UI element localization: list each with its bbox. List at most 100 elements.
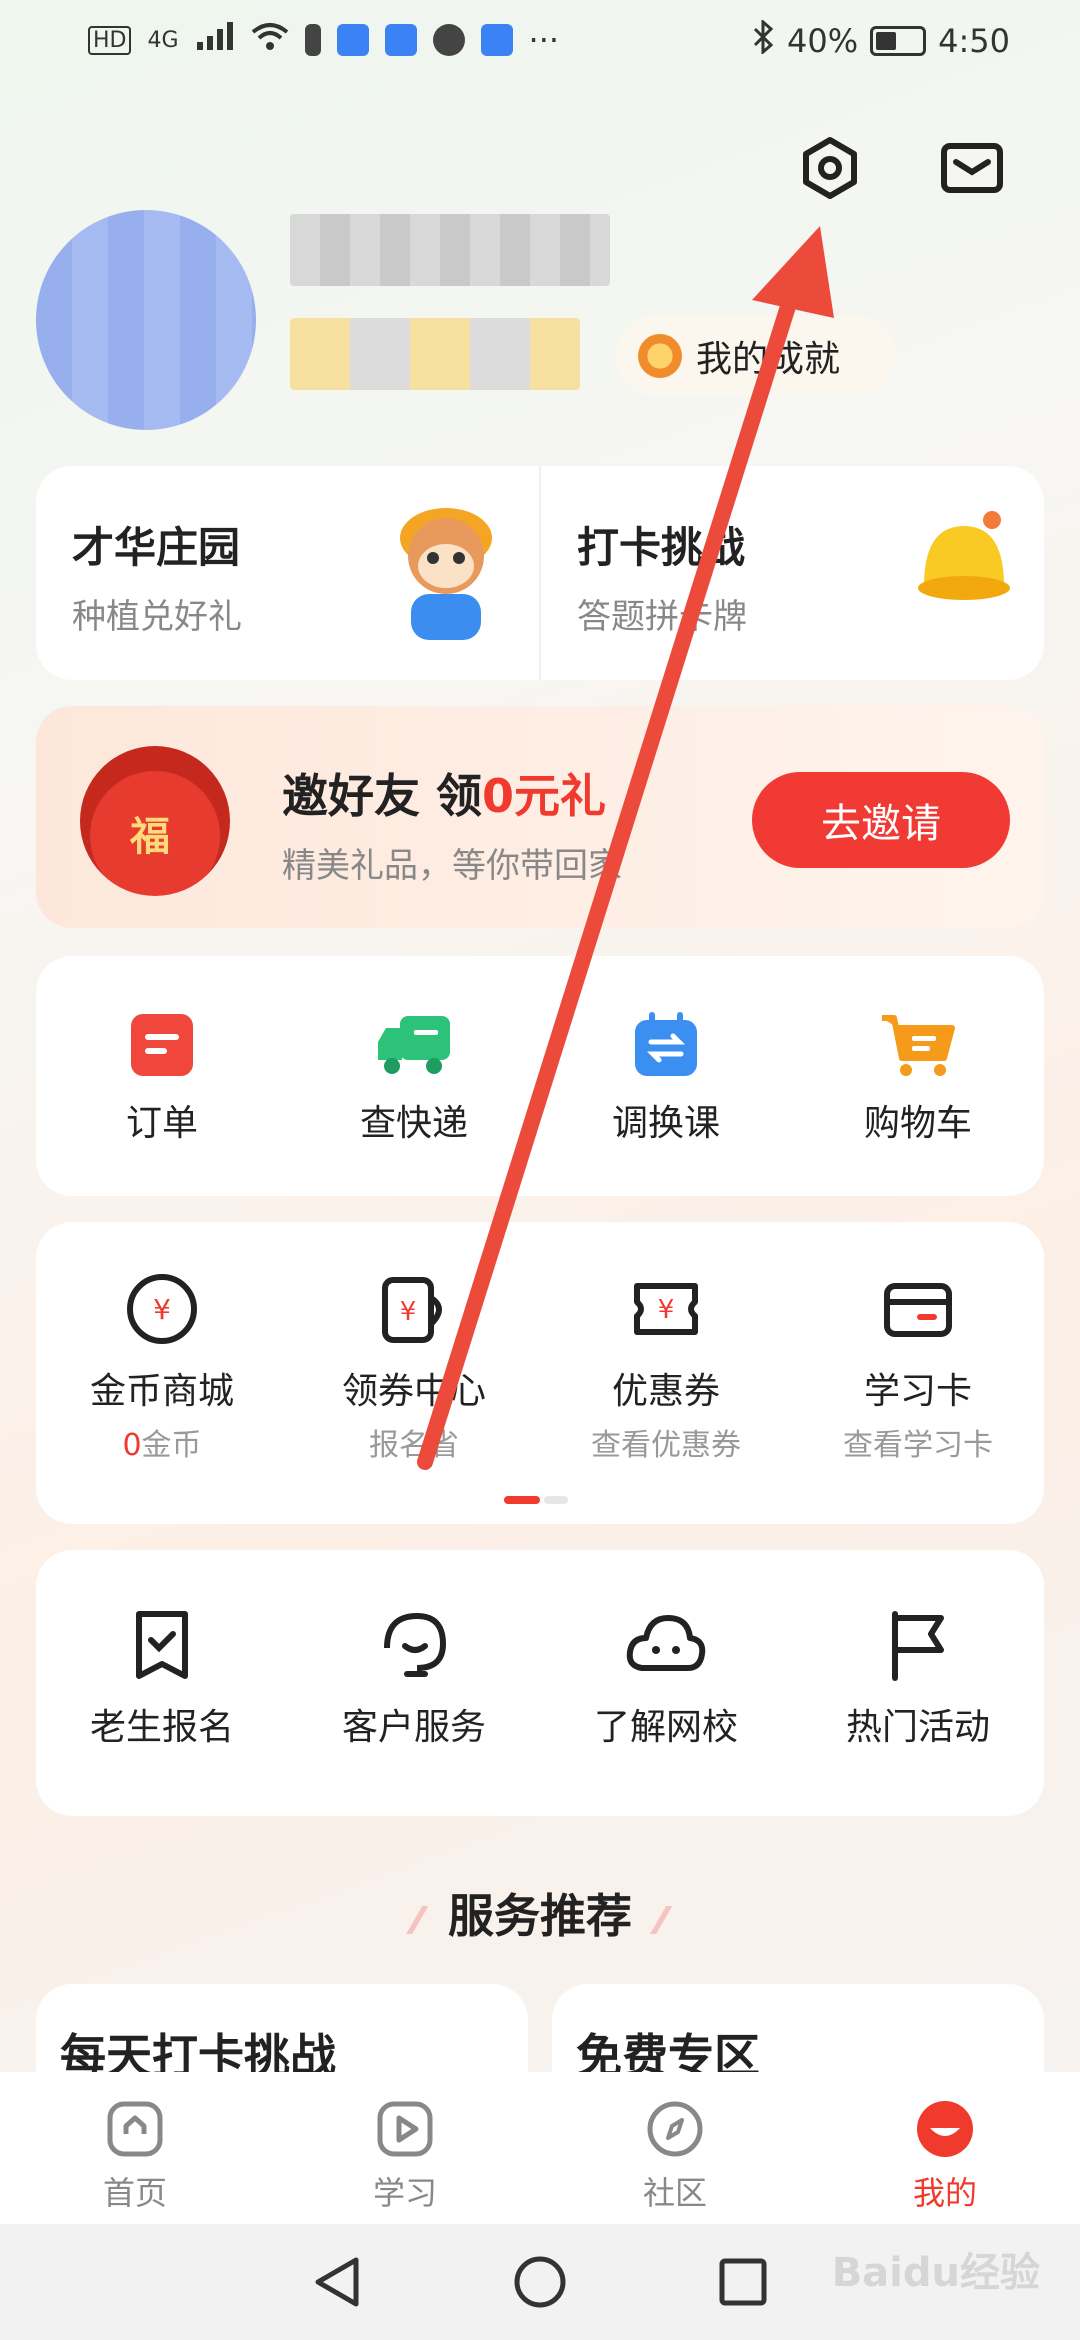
coin-balance: 0金币 [122,1420,201,1464]
shortcut-label: 了解网校 [593,1707,738,1748]
monkey-mascot-icon [400,508,492,640]
home-icon [107,2101,163,2157]
alumni-signup-button[interactable]: 老生报名 [36,1608,288,1816]
more-indicator: ··· [528,21,560,59]
contact-icon [384,24,417,56]
shortcut-label: 调换课 [611,1103,720,1144]
play-icon [377,2101,433,2157]
bluetooth-icon [751,18,775,62]
settings-icon [803,137,857,199]
orders-button[interactable]: 订单 [36,1012,288,1196]
achievement-button[interactable]: 我的成就 [616,316,896,396]
signal-icon [195,20,235,60]
lucky-bag-char: 福 [130,814,170,860]
svg-text:¥: ¥ [153,1293,171,1326]
tab-label: 我的 [912,2174,977,2212]
baidu-icon [336,24,369,56]
tab-label: 社区 [642,2174,707,2212]
svg-text:¥: ¥ [658,1295,675,1325]
headset-icon [384,1612,447,1677]
status-left: HD 4G ··· [88,20,559,60]
shortcut-label: 客户服务 [341,1707,486,1748]
compass-icon [647,2101,703,2157]
invite-banner[interactable]: 福 邀好友 领0元礼 精美礼品，等你带回家 去邀请 [36,706,1044,928]
invite-subtitle: 精美礼品，等你带回家 [282,846,622,886]
shortcut-label: 学习卡 [863,1371,972,1412]
flag-icon [892,1611,944,1681]
service-shortcuts: 老生报名 客户服务 了解网校 热门活动 [36,1550,1044,1816]
wifi-icon [251,20,289,60]
tab-community[interactable]: 社区 [540,2072,810,2224]
hot-events-button[interactable]: 热门活动 [792,1608,1044,1816]
recents-icon[interactable] [718,2257,768,2307]
shortcut-label: 金币商城 [89,1371,234,1412]
avatar[interactable] [36,210,256,430]
about-school-button[interactable]: 了解网校 [540,1608,792,1816]
feature-cards: 才华庄园 种植兑好礼 打卡挑战 答题拼卡牌 [36,466,1044,680]
mail-icon [941,143,1003,193]
shortcut-label: 订单 [125,1103,198,1144]
tab-label: 学习 [372,2174,437,2212]
ticket-icon: ¥ [634,1283,698,1335]
order-icon [131,1014,193,1076]
message-button[interactable] [936,132,1008,204]
tab-study[interactable]: 学习 [270,2072,540,2224]
tab-mine[interactable]: 我的 [810,2072,1080,2224]
coupon-center-icon: ¥ [382,1277,442,1343]
truck-icon [378,1016,450,1074]
shortcut-label: 优惠券 [611,1371,720,1412]
talent-garden-card[interactable]: 才华庄园 种植兑好礼 [36,466,539,680]
bottom-tab-bar: 首页 学习 社区 我的 [0,2072,1080,2224]
status-bar: HD 4G ··· 40% 4:50 [0,0,1080,82]
coin-mall-button[interactable]: ¥ 金币商城 0金币 [36,1272,288,1524]
page-indicator [504,1496,568,1504]
invite-title-prefix: 邀好友 领 [282,769,483,823]
order-shortcuts: 订单 查快递 调换课 购物车 [36,956,1044,1196]
decor-slash-icon [650,1905,674,1934]
decor-slash-icon [406,1905,430,1934]
cloud-face-icon [626,1615,706,1671]
bookmark-check-icon [136,1611,188,1679]
battery-percent: 40% [787,22,859,60]
invite-button[interactable]: 去邀请 [752,772,1010,868]
tab-label: 首页 [102,2174,167,2212]
cart-button[interactable]: 购物车 [792,1012,1044,1196]
invite-title-highlight: 0元礼 [482,769,607,823]
coupon-center-button[interactable]: ¥ 领券中心 报名省 [288,1272,540,1524]
shortcut-sub: 查看优惠券 [591,1428,741,1463]
shortcut-label: 查快递 [359,1103,468,1144]
tab-home[interactable]: 首页 [0,2072,270,2224]
page-dot [544,1496,568,1504]
page-dot-active [504,1496,540,1504]
network-indicator: 4G [147,27,179,53]
coin-icon: ¥ [127,1274,197,1344]
lucky-bag-icon: 福 [80,746,230,896]
shortcut-label: 老生报名 [89,1707,234,1748]
cloud-icon [480,24,513,56]
track-delivery-button[interactable]: 查快递 [288,1012,540,1196]
settings-button[interactable] [794,132,866,204]
customer-service-button[interactable]: 客户服务 [288,1608,540,1816]
study-card-button[interactable]: 学习卡 查看学习卡 [792,1272,1044,1524]
clock: 4:50 [938,22,1010,60]
change-class-button[interactable]: 调换课 [540,1012,792,1196]
checkin-challenge-card[interactable]: 打卡挑战 答题拼卡牌 [539,466,1044,680]
home-circle-icon[interactable] [512,2254,568,2310]
bell-icon [918,511,1010,600]
coin-unit: 金币 [141,1428,202,1463]
coupons-button[interactable]: ¥ 优惠券 查看优惠券 [540,1272,792,1524]
shortcut-sub: 查看学习卡 [843,1428,993,1463]
achievement-label: 我的成就 [696,339,841,380]
svg-text:¥: ¥ [400,1297,417,1327]
shortcut-label: 领券中心 [341,1371,486,1412]
hd-indicator: HD [88,25,132,55]
watermark: Baidu经验 [831,2250,1040,2296]
medal-icon [638,334,682,378]
back-icon[interactable] [312,2254,362,2310]
battery-icon [870,26,927,56]
status-right: 40% 4:50 [751,18,1010,62]
user-tag-blurred [290,318,580,390]
cart-icon [882,1015,955,1076]
invite-title: 邀好友 领0元礼 [282,760,606,826]
benefit-shortcuts: ¥ 金币商城 0金币 ¥ 领券中心 报名省 ¥ 优惠券 查看优惠券 学习卡 查看… [36,1222,1044,1524]
